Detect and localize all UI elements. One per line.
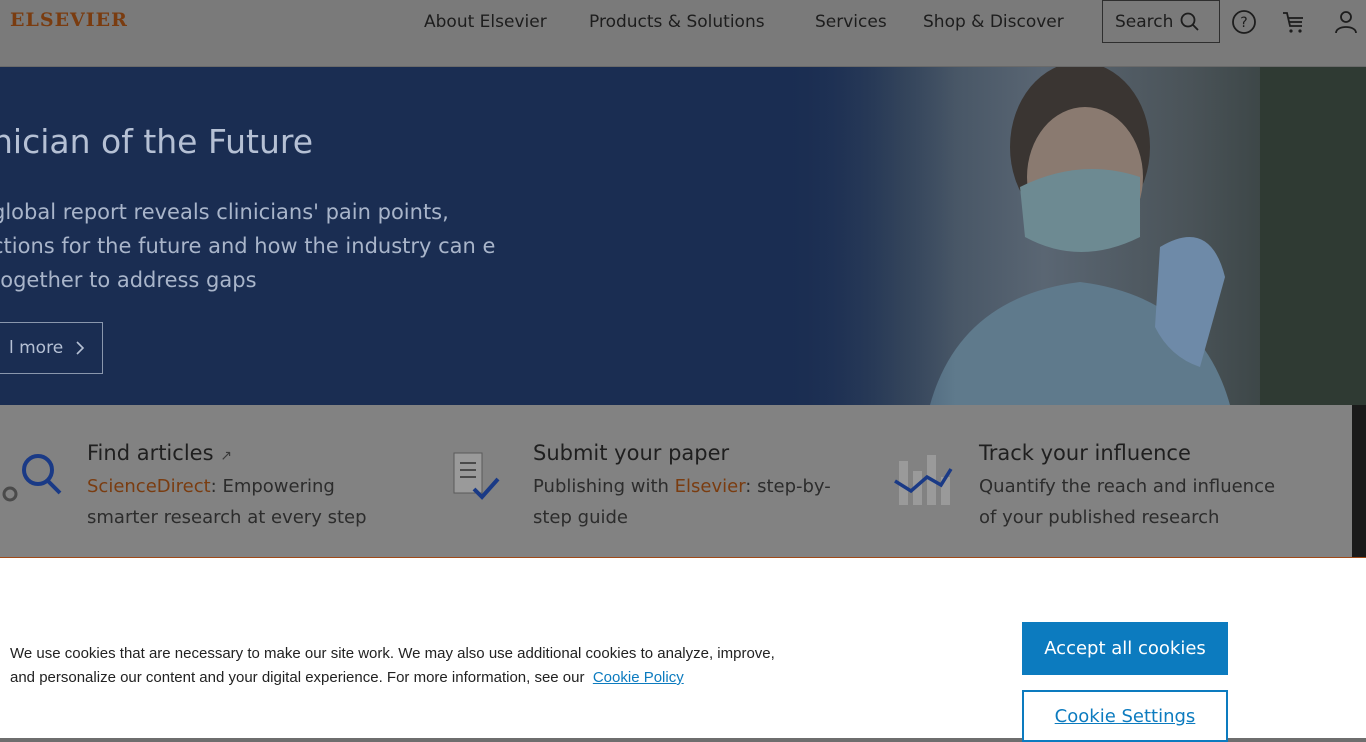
- track-influence-card[interactable]: Track your influence Quantify the reach …: [979, 441, 1279, 533]
- accept-all-cookies-button[interactable]: Accept all cookies: [1022, 622, 1228, 675]
- help-icon: ?: [1232, 10, 1256, 34]
- help-button[interactable]: ?: [1230, 8, 1258, 36]
- quick-links: Find articles ↗ ScienceDirect: Empowerin…: [0, 405, 1352, 557]
- hero-description: global report reveals clinicians' pain p…: [0, 200, 496, 292]
- chevron-right-icon: [76, 341, 85, 355]
- scroll-edge: [1352, 405, 1366, 557]
- hero-image: [780, 67, 1366, 405]
- magnifier-icon: [2, 454, 62, 502]
- site-header: ELSEVIER About Elsevier Products & Solut…: [0, 0, 1366, 67]
- cookie-text: We use cookies that are necessary to mak…: [10, 645, 775, 686]
- submit-paper-title: Submit your paper: [533, 441, 730, 465]
- chart-trend-icon: [894, 455, 953, 505]
- clinician-photo: [780, 67, 1366, 405]
- nav-services[interactable]: Services: [815, 0, 887, 44]
- find-articles-card[interactable]: Find articles ↗ ScienceDirect: Empowerin…: [87, 441, 387, 533]
- nav-shop[interactable]: Shop & Discover: [923, 0, 1064, 44]
- sciencedirect-link[interactable]: ScienceDirect: [87, 476, 211, 497]
- search-button[interactable]: Search: [1102, 0, 1220, 43]
- elsevier-logo[interactable]: ELSEVIER: [10, 9, 128, 31]
- nav-services-label: Services: [815, 12, 887, 32]
- account-button[interactable]: [1332, 8, 1360, 36]
- search-label: Search: [1115, 11, 1174, 32]
- submit-paper-desc: Publishing with Elsevier: step-by-step g…: [533, 476, 831, 528]
- document-check-icon: [453, 452, 500, 500]
- track-influence-title: Track your influence: [979, 441, 1191, 465]
- find-articles-desc: ScienceDirect: Empowering smarter resear…: [87, 476, 367, 528]
- track-influence-desc: Quantify the reach and influence of your…: [979, 476, 1276, 528]
- cookie-settings-button[interactable]: Cookie Settings: [1022, 690, 1228, 742]
- nav-about[interactable]: About Elsevier: [424, 0, 547, 44]
- hero-title: nician of the Future: [0, 122, 314, 161]
- cart-icon: [1283, 12, 1303, 33]
- hero-banner: nician of the Future global report revea…: [0, 67, 1366, 405]
- nav-shop-label: Shop & Discover: [923, 12, 1064, 32]
- nav-products[interactable]: Products & Solutions: [589, 0, 765, 44]
- cookie-policy-link[interactable]: Cookie Policy: [593, 669, 684, 686]
- nav-products-label: Products & Solutions: [589, 12, 765, 32]
- read-more-label: l more: [9, 338, 64, 358]
- cookie-banner: We use cookies that are necessary to mak…: [0, 558, 1366, 742]
- user-icon: [1335, 11, 1357, 34]
- submit-paper-card[interactable]: Submit your paper Publishing with Elsevi…: [533, 441, 833, 533]
- read-more-button[interactable]: l more: [0, 322, 103, 374]
- find-articles-title: Find articles ↗: [87, 441, 232, 465]
- elsevier-link[interactable]: Elsevier: [675, 476, 746, 497]
- search-icon: [1181, 12, 1200, 31]
- nav-about-label: About Elsevier: [424, 12, 547, 32]
- cart-button[interactable]: [1280, 8, 1308, 36]
- external-link-icon: ↗: [220, 448, 232, 464]
- svg-text:?: ?: [1240, 15, 1247, 31]
